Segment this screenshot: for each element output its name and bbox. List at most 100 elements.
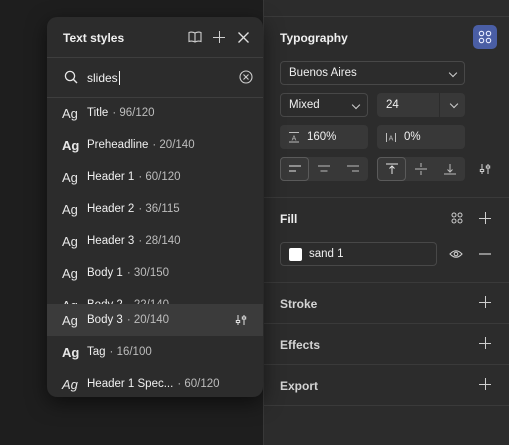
plus-icon [479, 337, 491, 349]
minus-icon [479, 253, 491, 255]
toggle-visibility-button[interactable] [447, 244, 465, 264]
text-settings-button[interactable] [474, 157, 496, 181]
style-name: Body 1 [87, 267, 123, 279]
plus-icon [213, 31, 225, 43]
book-icon [188, 31, 202, 43]
style-meta: · 28/140 [138, 235, 181, 247]
style-meta: · 20/140 [152, 139, 195, 151]
align-right-icon [347, 165, 359, 172]
styles-grid-icon [451, 212, 463, 224]
add-fill-button[interactable] [476, 208, 494, 228]
divider [264, 197, 509, 198]
font-weight-value: Mixed [289, 99, 320, 111]
style-name: Header 1 Spec... [87, 378, 174, 390]
fill-styles-button[interactable] [448, 208, 466, 228]
style-preview: Ag [62, 233, 78, 249]
edit-style-button[interactable] [233, 312, 249, 328]
list-item[interactable]: Ag Header 1 Spec... · 60/120 [47, 368, 263, 397]
search-bar: slides [47, 58, 263, 96]
style-preview: Ag [62, 169, 78, 185]
plus-icon [479, 296, 491, 308]
style-name: Header 2 [87, 203, 135, 215]
close-button[interactable] [234, 28, 252, 46]
align-right-button[interactable] [338, 157, 368, 181]
style-grid-button[interactable] [473, 25, 497, 49]
search-value: slides [87, 71, 118, 85]
style-meta: · 16/100 [109, 346, 152, 358]
remove-fill-button[interactable] [476, 244, 494, 264]
style-meta: · 36/115 [138, 203, 180, 215]
align-middle-button[interactable] [406, 157, 435, 181]
effects-title: Effects [280, 338, 321, 352]
list-item[interactable]: Ag Title · 96/120 [47, 98, 263, 129]
font-family-select[interactable]: Buenos Aires [280, 61, 465, 85]
eye-icon [449, 250, 463, 258]
vertical-align-group [377, 157, 465, 181]
color-swatch [289, 247, 302, 261]
align-bottom-icon [444, 164, 456, 175]
align-middle-icon [414, 163, 427, 175]
text-cursor [118, 71, 120, 85]
align-left-button[interactable] [280, 157, 309, 181]
letter-spacing-icon: A [386, 133, 396, 143]
fill-style-field[interactable]: sand 1 [280, 242, 437, 266]
plus-icon [479, 378, 491, 390]
typography-title: Typography [280, 31, 348, 45]
divider [264, 405, 509, 406]
design-panel: Typography Buenos Aires Mixed 24 A 160% [263, 0, 509, 445]
styles-grid-icon [478, 30, 492, 44]
popup-title: Text styles [63, 31, 125, 45]
list-item-hovered[interactable]: Ag Body 3 · 20/140 [47, 304, 263, 336]
export-title: Export [280, 379, 319, 393]
font-weight-select[interactable]: Mixed [280, 93, 368, 117]
fill-style-name: sand 1 [309, 248, 344, 260]
sliders-icon [479, 164, 491, 174]
align-top-icon [385, 163, 398, 174]
list-item[interactable]: Ag Header 1 · 60/120 [47, 161, 263, 193]
fill-title: Fill [280, 212, 298, 226]
style-meta: · 60/120 [177, 378, 220, 390]
clear-icon [239, 70, 253, 84]
add-effect-button[interactable] [476, 333, 494, 353]
style-meta: · 96/120 [112, 107, 155, 119]
search-input[interactable]: slides [87, 70, 120, 86]
clear-search-button[interactable] [238, 69, 254, 85]
style-meta: · 30/150 [126, 267, 170, 279]
list-item[interactable]: Ag Tag · 16/100 [47, 336, 263, 368]
list-item[interactable]: Ag Body 1 · 30/150 [47, 257, 263, 289]
style-list: Ag Title · 96/120 Ag Preheadline · 20/14… [47, 98, 263, 397]
letter-spacing-value: 0% [404, 131, 421, 143]
style-preview: Ag [62, 137, 80, 153]
style-name: Header 3 [87, 235, 135, 247]
search-icon [64, 70, 78, 84]
add-export-button[interactable] [476, 374, 494, 394]
style-name: Title [87, 107, 109, 119]
text-styles-popup: Text styles slides Ag Title · 96/120 Ag … [47, 17, 263, 397]
style-name: Preheadline [87, 139, 149, 151]
create-style-button[interactable] [210, 28, 228, 46]
list-item[interactable]: Ag Preheadline · 20/140 [47, 129, 263, 161]
chevron-down-icon [449, 99, 459, 109]
align-bottom-button[interactable] [435, 157, 465, 181]
style-preview: Ag [62, 265, 78, 281]
line-height-value: 160% [307, 131, 337, 143]
style-preview: Ag [62, 312, 78, 328]
align-left-icon [288, 165, 301, 172]
style-meta: · 60/120 [138, 171, 181, 183]
list-item[interactable]: Ag Header 3 · 28/140 [47, 225, 263, 257]
library-button[interactable] [186, 28, 204, 46]
svg-text:A: A [389, 136, 394, 143]
line-height-field[interactable]: A 160% [280, 125, 368, 149]
style-name: Body 3 [87, 314, 123, 326]
chevron-down-icon [448, 68, 458, 78]
add-stroke-button[interactable] [476, 292, 494, 312]
divider [264, 364, 509, 365]
letter-spacing-field[interactable]: A 0% [377, 125, 465, 149]
list-item[interactable]: Ag Header 2 · 36/115 [47, 193, 263, 225]
align-top-button[interactable] [377, 157, 406, 181]
align-center-button[interactable] [309, 157, 338, 181]
plus-icon [479, 212, 491, 224]
font-family-value: Buenos Aires [289, 67, 357, 79]
style-name: Tag [87, 346, 106, 358]
font-size-field[interactable]: 24 [377, 93, 465, 117]
